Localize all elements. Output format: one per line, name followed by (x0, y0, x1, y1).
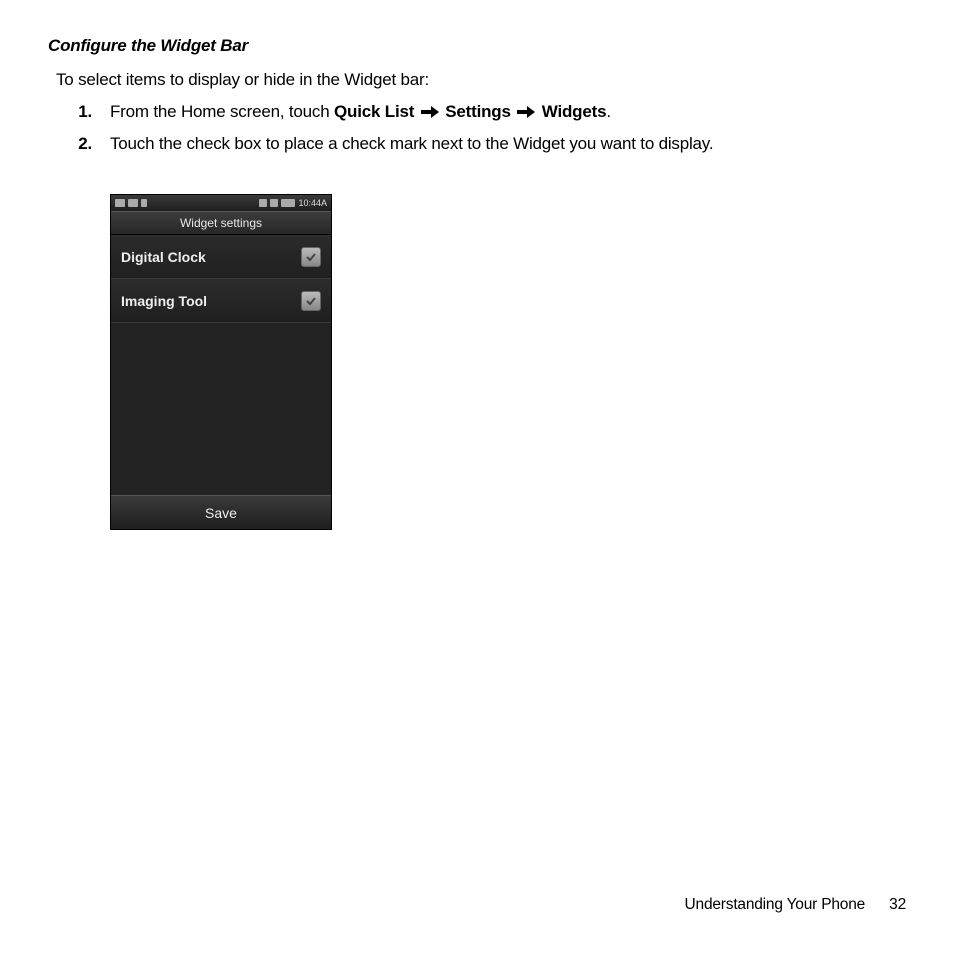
status-right: 10:44A (259, 198, 327, 208)
section-heading: Configure the Widget Bar (48, 36, 906, 56)
list-item[interactable]: Digital Clock (111, 235, 331, 279)
status-icon (128, 199, 138, 207)
arrow-icon (517, 107, 535, 117)
phone-screenshot: 10:44A Widget settings Digital Clock Ima… (110, 194, 332, 530)
list-item[interactable]: Imaging Tool (111, 279, 331, 323)
footer-page-number: 32 (889, 896, 906, 913)
status-time: 10:44A (298, 198, 327, 208)
screen-title: Widget settings (111, 211, 331, 235)
checkbox[interactable] (301, 247, 321, 267)
signal-icon (270, 199, 278, 207)
step-text: From the Home screen, touch Quick List S… (110, 102, 611, 122)
widget-list: Digital Clock Imaging Tool (111, 235, 331, 495)
arrow-icon (421, 107, 439, 117)
step-item: 1. From the Home screen, touch Quick Lis… (72, 102, 906, 122)
step-suffix: . (606, 102, 611, 121)
step-number: 2. (72, 134, 92, 154)
battery-icon (281, 199, 295, 207)
list-item-label: Imaging Tool (121, 293, 207, 309)
check-icon (305, 251, 317, 263)
step-number: 1. (72, 102, 92, 122)
save-button[interactable]: Save (111, 495, 331, 529)
check-icon (305, 295, 317, 307)
page-footer: Understanding Your Phone 32 (685, 896, 906, 914)
status-bar: 10:44A (111, 195, 331, 211)
step-item: 2. Touch the check box to place a check … (72, 134, 906, 154)
path-segment: Quick List (334, 102, 414, 121)
status-left (115, 199, 147, 207)
list-item-label: Digital Clock (121, 249, 206, 265)
step-prefix: From the Home screen, touch (110, 102, 334, 121)
footer-section: Understanding Your Phone (685, 896, 866, 913)
checkbox[interactable] (301, 291, 321, 311)
status-icon (259, 199, 267, 207)
status-icon (141, 199, 147, 207)
step-text: Touch the check box to place a check mar… (110, 134, 713, 154)
steps-list: 1. From the Home screen, touch Quick Lis… (72, 102, 906, 154)
intro-text: To select items to display or hide in th… (56, 70, 906, 90)
path-segment: Widgets (542, 102, 607, 121)
path-segment: Settings (445, 102, 510, 121)
status-icon (115, 199, 125, 207)
